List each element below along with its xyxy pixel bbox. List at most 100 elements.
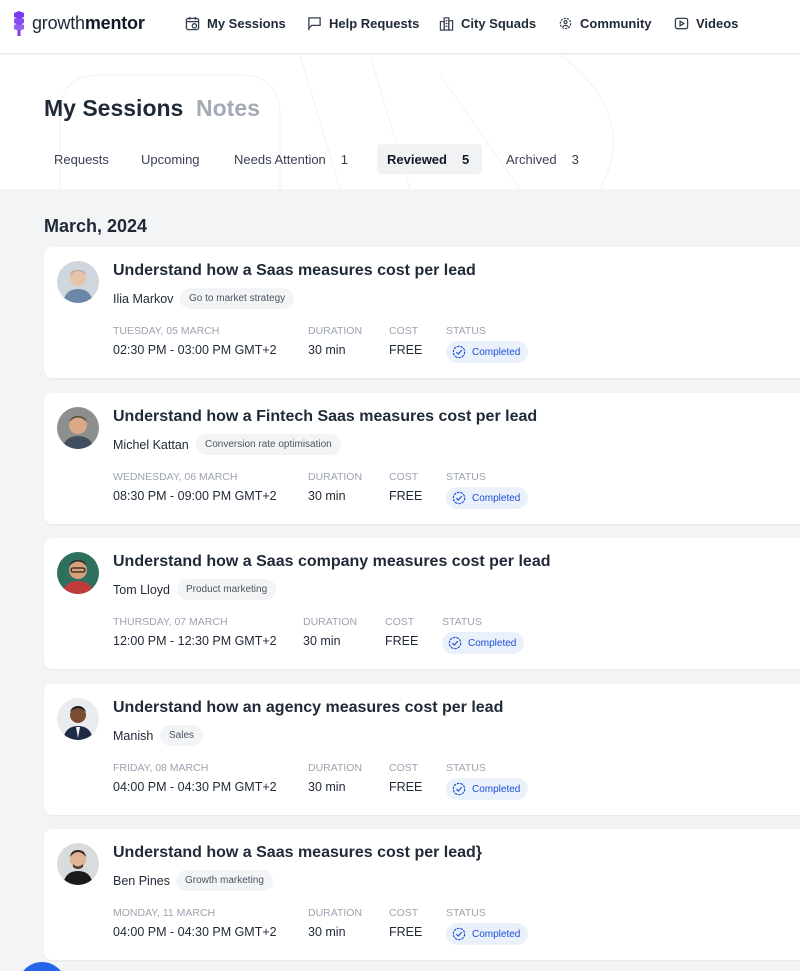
nav-community[interactable]: Community [558,14,652,32]
subtab-archived-label: Archived [506,151,557,167]
chat-flag-icon [308,16,321,30]
nav-my-sessions[interactable]: My Sessions [185,14,286,32]
subtab-needs-attention[interactable]: Needs Attention 1 [224,144,358,174]
session-title[interactable]: Understand how a Saas measures cost per … [113,844,482,862]
mentor-name[interactable]: Ben Pines [113,874,170,888]
status-badge: Completed [446,487,529,509]
avatar[interactable] [57,698,99,740]
topic-tag: Product marketing [177,579,277,600]
cost-label: COST [389,762,419,774]
session-card[interactable]: Understand how a Saas company measures c… [44,538,800,669]
session-card[interactable]: Understand how a Saas measures cost per … [44,247,800,378]
check-badge-icon [452,782,466,796]
topic-tag: Conversion rate optimisation [196,434,341,455]
logo[interactable]: growthmentor [12,10,145,36]
cost-label: COST [385,616,415,628]
status-text: Completed [472,346,521,358]
city-icon [439,16,454,31]
session-title[interactable]: Understand how a Saas company measures c… [113,553,551,571]
nav-videos[interactable]: Videos [674,14,738,32]
subtab-archived[interactable]: Archived 3 [496,144,589,174]
mentor-name[interactable]: Manish [113,729,153,743]
nav-community-label: Community [580,15,652,31]
status-badge: Completed [446,341,529,363]
chat-launcher-button[interactable] [18,962,66,971]
session-date: MONDAY, 11 MARCH [113,907,216,919]
avatar[interactable] [57,407,99,449]
session-card[interactable]: Understand how a Saas measures cost per … [44,829,800,960]
avatar[interactable] [57,552,99,594]
cost-value: FREE [385,634,419,648]
month-heading: March, 2024 [44,216,148,236]
status-text: Completed [472,928,521,940]
subtab-archived-count: 3 [571,151,579,167]
calendar-icon [185,16,200,30]
subtab-reviewed-count: 5 [461,151,470,167]
session-title[interactable]: Understand how a Saas measures cost per … [113,262,476,280]
status-badge: Completed [446,923,529,945]
play-icon [674,17,689,29]
subtab-needs-attention-count: 1 [340,151,349,167]
mentor-name[interactable]: Michel Kattan [113,438,189,452]
nav-help-requests[interactable]: Help Requests [307,14,419,32]
cost-label: COST [389,471,419,483]
duration-value: 30 min [308,925,346,939]
status-text: Completed [472,492,521,504]
session-title[interactable]: Understand how an agency measures cost p… [113,699,503,717]
status-text: Completed [468,637,517,649]
avatar[interactable] [57,843,99,885]
tab-notes[interactable]: Notes [196,95,260,122]
duration-value: 30 min [308,343,346,357]
tab-my-sessions[interactable]: My Sessions [44,95,183,122]
nav-city-squads[interactable]: City Squads [439,14,536,32]
mentor-name[interactable]: Tom Lloyd [113,583,170,597]
session-time: 02:30 PM - 03:00 PM GMT+2 [113,343,277,357]
status-badge: Completed [446,778,529,800]
duration-value: 30 min [303,634,341,648]
nav-help-requests-label: Help Requests [329,15,420,31]
status-label: STATUS [442,616,482,628]
check-badge-icon [452,927,466,941]
subtab-upcoming[interactable]: Upcoming [131,144,210,174]
topic-tag: Growth marketing [176,870,273,891]
nav-my-sessions-label: My Sessions [207,15,286,31]
session-time: 12:00 PM - 12:30 PM GMT+2 [113,634,277,648]
duration-label: DURATION [308,762,363,774]
nav-city-squads-label: City Squads [461,15,537,31]
cost-value: FREE [389,343,423,357]
check-badge-icon [452,491,466,505]
session-time: 08:30 PM - 09:00 PM GMT+2 [113,489,277,503]
session-time: 04:00 PM - 04:30 PM GMT+2 [113,780,277,794]
cost-value: FREE [389,925,423,939]
session-title[interactable]: Understand how a Fintech Saas measures c… [113,408,537,426]
cost-value: FREE [389,780,423,794]
session-date: FRIDAY, 08 MARCH [113,762,209,774]
logo-text-bold: mentor [84,12,145,33]
subtab-requests[interactable]: Requests [44,144,119,174]
cost-value: FREE [389,489,423,503]
gear-people-icon [559,17,572,29]
status-label: STATUS [446,907,486,919]
session-card[interactable]: Understand how a Fintech Saas measures c… [44,393,800,524]
session-card[interactable]: Understand how an agency measures cost p… [44,684,800,815]
top-nav: growthmentor My Sessions Help Requests C… [0,0,800,54]
avatar[interactable] [57,261,99,303]
logo-text: growthmentor [32,13,145,34]
check-badge-icon [448,636,462,650]
duration-label: DURATION [308,325,363,337]
topic-tag: Sales [160,725,204,746]
duration-label: DURATION [308,907,363,919]
duration-label: DURATION [303,616,358,628]
mentor-name[interactable]: Ilia Markov [113,292,173,306]
nav-videos-label: Videos [696,15,739,31]
session-time: 04:00 PM - 04:30 PM GMT+2 [113,925,277,939]
logo-icon [14,11,24,36]
logo-text-light: growth [32,12,85,33]
cost-label: COST [389,325,419,337]
subtab-reviewed[interactable]: Reviewed 5 [377,144,482,174]
subtab-upcoming-label: Upcoming [141,151,200,167]
status-label: STATUS [446,325,486,337]
status-label: STATUS [446,471,486,483]
topic-tag: Go to market strategy [180,288,295,309]
cost-label: COST [389,907,419,919]
